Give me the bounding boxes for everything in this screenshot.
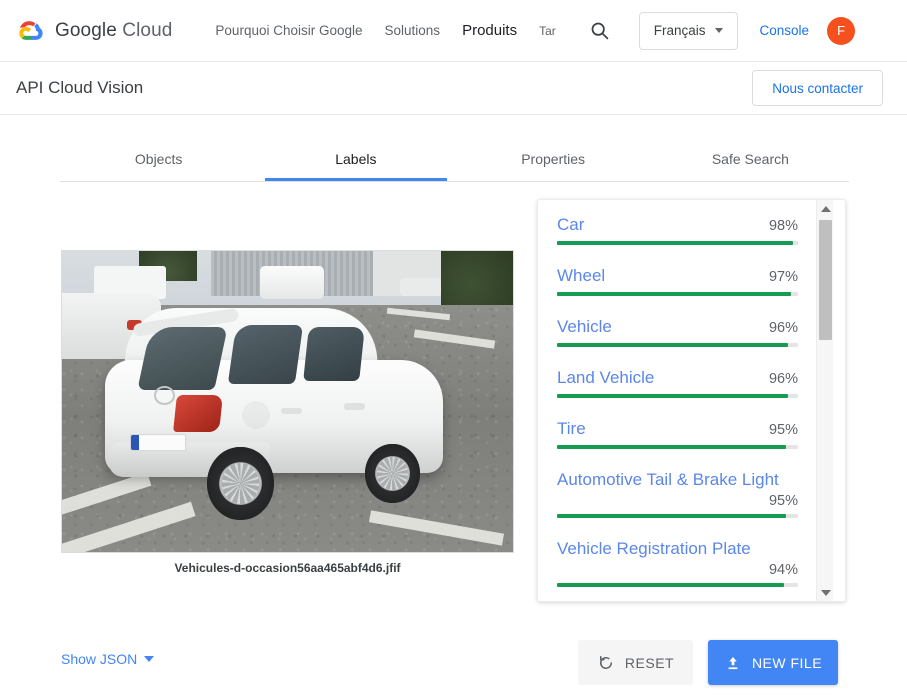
confidence-bar-track (557, 445, 798, 449)
labels-scrollbar[interactable] (816, 200, 833, 601)
list-item[interactable]: Automotive Tail & Brake Light 95% (557, 469, 798, 518)
brand-google-text: Google (55, 19, 117, 41)
caret-up-icon (820, 205, 831, 212)
confidence-bar-track (557, 583, 798, 587)
confidence-bar-fill (557, 343, 789, 347)
label-name: Land Vehicle (557, 368, 655, 387)
caret-down-icon (820, 589, 831, 596)
language-selector-label: Français (653, 23, 706, 38)
confidence-bar-track (557, 241, 798, 245)
reset-label: RESET (624, 654, 675, 671)
nav-link-tarifs[interactable]: Tar (528, 0, 567, 62)
reset-button[interactable]: RESET (578, 640, 693, 685)
nav-link-why-google[interactable]: Pourquoi Choisir Google (204, 0, 373, 62)
label-percent: 95% (768, 422, 798, 438)
label-percent: 96% (768, 320, 798, 336)
primary-nav-links: Pourquoi Choisir Google Solutions Produi… (204, 0, 566, 62)
confidence-bar-fill (557, 292, 791, 296)
label-percent: 98% (768, 218, 798, 234)
refresh-icon (599, 655, 612, 669)
contact-us-button[interactable]: Nous contacter (752, 70, 883, 106)
list-item[interactable]: Vehicle Registration Plate 94% (557, 538, 798, 587)
label-name: Automotive Tail & Brake Light (557, 470, 779, 489)
confidence-bar-track (557, 292, 798, 296)
sliver-fade (0, 116, 907, 126)
language-selector[interactable]: Français (638, 11, 738, 50)
confidence-bar-track (557, 514, 798, 518)
label-percent: 96% (768, 371, 798, 387)
avatar[interactable]: F (827, 16, 856, 45)
results-tabs: Objects Labels Properties Safe Search (60, 136, 849, 182)
new-file-label: NEW FILE (751, 654, 823, 671)
labels-results-card: Car 98% Wheel 97% Vehicle 96% Land Vehic… (537, 199, 846, 602)
label-name: Vehicle (557, 317, 612, 336)
tab-properties[interactable]: Properties (455, 136, 652, 181)
confidence-bar-track (557, 343, 798, 347)
brand-text: Google Cloud (55, 20, 172, 42)
tab-objects[interactable]: Objects (60, 136, 257, 181)
scrollbar-thumb[interactable] (819, 220, 832, 340)
label-name: Car (557, 215, 585, 234)
google-cloud-brand[interactable]: Google Cloud (16, 18, 172, 44)
scroll-down-button[interactable] (817, 584, 834, 601)
photo-illustration (62, 251, 513, 552)
console-link[interactable]: Console (760, 23, 810, 38)
nav-link-solutions[interactable]: Solutions (374, 0, 452, 62)
list-item[interactable]: Tire 95% (557, 418, 798, 449)
confidence-bar-track (557, 394, 798, 398)
show-json-toggle[interactable]: Show JSON (61, 651, 155, 667)
upload-icon (728, 656, 738, 669)
confidence-bar-fill (557, 514, 786, 518)
list-item[interactable]: Car 98% (557, 214, 798, 245)
confidence-bar-fill (557, 394, 789, 398)
label-name: Vehicle Registration Plate (557, 539, 751, 558)
chevron-down-icon (144, 656, 155, 662)
labels-list: Car 98% Wheel 97% Vehicle 96% Land Vehic… (538, 200, 816, 601)
image-filename-caption: Vehicules-d-occasion56aa465abf4d6.jfif (174, 561, 401, 575)
brand-cloud-text: Cloud (122, 19, 173, 41)
top-navigation-bar: Google Cloud Pourquoi Choisir Google Sol… (0, 0, 907, 62)
list-item[interactable]: Land Vehicle 96% (557, 367, 798, 398)
tab-safe-search[interactable]: Safe Search (652, 136, 849, 181)
page-title: API Cloud Vision (16, 78, 144, 97)
confidence-bar-fill (557, 241, 794, 245)
label-percent: 97% (768, 269, 798, 285)
label-percent: 94% (768, 562, 798, 578)
label-name: Tire (557, 419, 586, 438)
google-cloud-logo-icon (19, 20, 43, 40)
new-file-button[interactable]: NEW FILE (708, 640, 838, 685)
label-percent: 95% (768, 493, 798, 509)
uploaded-image-preview[interactable] (61, 250, 514, 553)
page-root: Google Cloud Pourquoi Choisir Google Sol… (0, 0, 907, 699)
confidence-bar-fill (557, 445, 786, 449)
scroll-up-button[interactable] (817, 200, 834, 217)
label-name: Wheel (557, 266, 606, 285)
search-icon[interactable] (583, 14, 617, 48)
show-json-label: Show JSON (61, 651, 138, 667)
list-item[interactable]: Vehicle 96% (557, 316, 798, 347)
list-item[interactable]: Wheel 97% (557, 265, 798, 296)
nav-link-produits[interactable]: Produits (451, 0, 528, 62)
confidence-bar-fill (557, 583, 784, 587)
product-subheader: API Cloud Vision Nous contacter (0, 62, 907, 115)
tab-labels[interactable]: Labels (257, 136, 454, 181)
chevron-down-icon (714, 28, 723, 33)
